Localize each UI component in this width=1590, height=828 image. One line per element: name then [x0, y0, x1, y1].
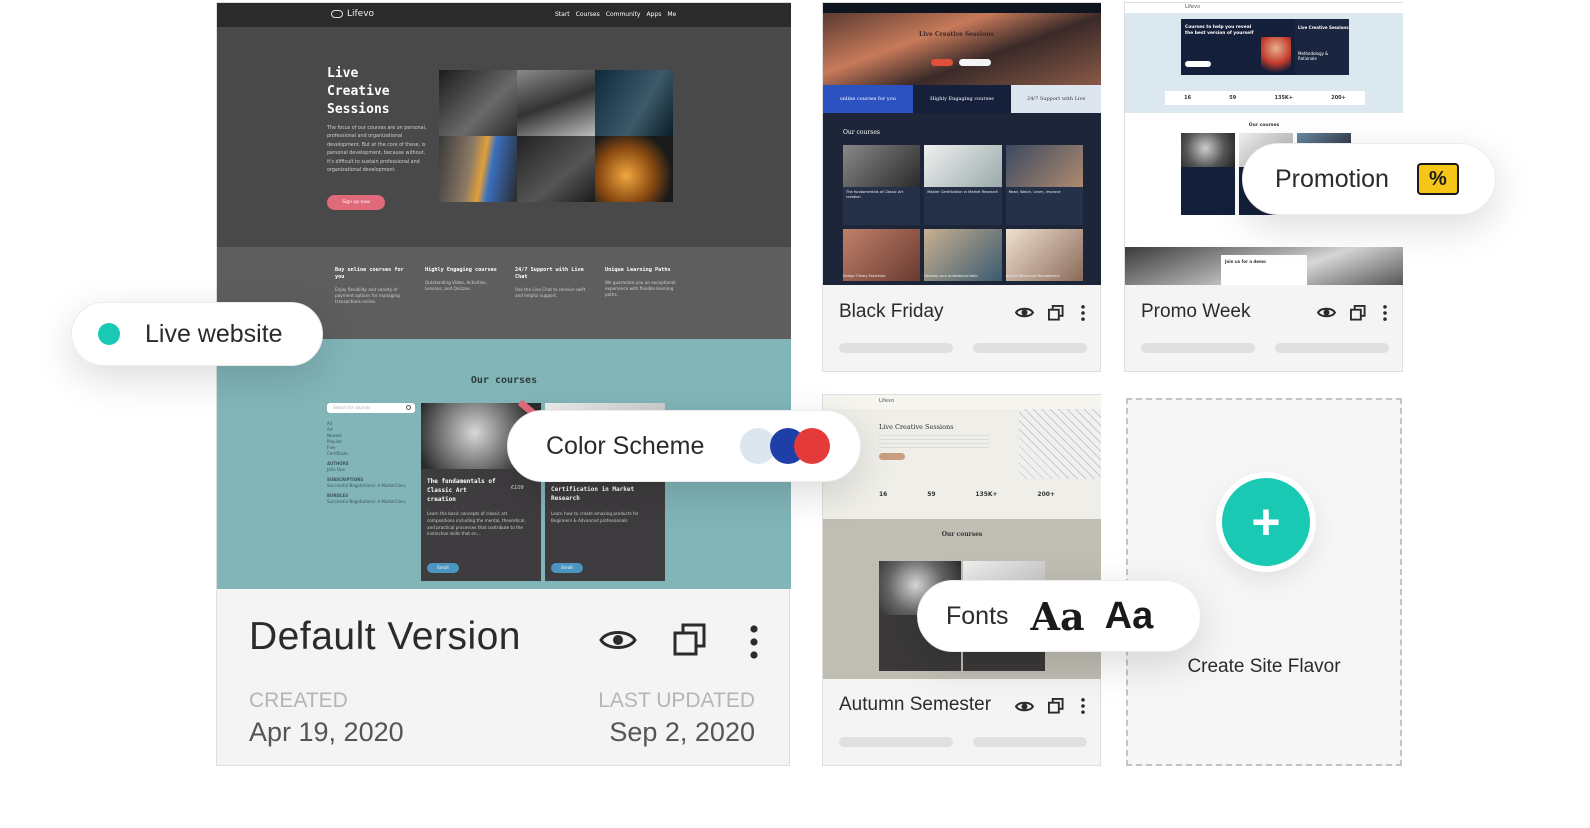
search-icon: [406, 405, 411, 410]
placeholder-bar: [973, 737, 1087, 747]
enroll-button[interactable]: Enroll: [551, 563, 583, 573]
duplicate-icon[interactable]: [1048, 698, 1064, 714]
feature-item: Highly Engaging courses Outstanding Vide…: [425, 267, 497, 291]
eye-icon[interactable]: [1317, 306, 1336, 319]
autumn-semester-title: Autumn Semester: [839, 694, 992, 715]
pw-side-panel: Live Creative Sessions Methodology & Rat…: [1295, 19, 1349, 75]
placeholder-bar: [1275, 343, 1389, 353]
black-friday-preview[interactable]: Live Creative Sessions online courses fo…: [823, 3, 1101, 285]
feature-item: Buy online courses for you Enjoy flexibi…: [335, 267, 404, 304]
font-sample-serif: Aa: [1030, 593, 1085, 639]
percent-ticket-icon: %: [1416, 163, 1459, 195]
preview-filters: All Art Newest Popular Free Certificate …: [327, 421, 406, 504]
autumn-hero-title: Live Creative Sessions: [879, 423, 954, 431]
nav-courses: Courses: [575, 11, 600, 18]
fonts-badge[interactable]: Fonts Aa Aa: [917, 580, 1201, 652]
font-sample-sans: Aa: [1104, 594, 1154, 637]
lifevo-logo-icon: [331, 10, 343, 18]
live-website-label: Live website: [145, 319, 283, 348]
created-label: CREATED: [249, 689, 348, 712]
features-list: Buy online courses for you Enjoy flexibi…: [335, 267, 681, 305]
preview-hero-image: [439, 70, 673, 202]
nav-community: Community: [605, 11, 641, 18]
placeholder-bar: [1141, 343, 1255, 353]
bf-course-grid: The fundamentals of Classic Art creation…: [843, 145, 1083, 281]
duplicate-icon[interactable]: [1048, 305, 1064, 321]
last-updated-label: LAST UPDATED: [598, 689, 755, 712]
preview-cta-button[interactable]: Sign up now: [327, 195, 385, 210]
bf-strip: online courses for you Highly Engaging c…: [823, 85, 1101, 113]
color-scheme-badge[interactable]: Color Scheme: [507, 410, 861, 482]
bf-courses-heading: Our courses: [843, 129, 880, 136]
create-site-flavor-label: Create Site Flavor: [1187, 656, 1341, 677]
color-scheme-label: Color Scheme: [546, 431, 705, 460]
created-date: Apr 19, 2020: [249, 717, 404, 747]
placeholder-bar: [839, 737, 953, 747]
pw-hero: Courses to help you reveal the best vers…: [1181, 19, 1295, 75]
fonts-label: Fonts: [946, 601, 1009, 630]
default-version-title: Default Version: [249, 615, 521, 658]
nav-me: Me: [667, 11, 677, 18]
preview-hero-title: Live Creative Sessions: [327, 66, 390, 117]
more-vertical-icon[interactable]: [1081, 698, 1085, 714]
autumn-stats: 16 59 135K+ 200+: [879, 491, 1055, 498]
last-updated-date: Sep 2, 2020: [609, 717, 755, 747]
preview-brand: Lifevo: [347, 9, 375, 19]
eye-icon[interactable]: [1015, 306, 1034, 319]
autumn-brand: Lifevo: [879, 398, 895, 404]
more-vertical-icon[interactable]: [1081, 305, 1085, 321]
pw-brand: Lifevo: [1185, 4, 1201, 10]
preview-nav-links: Start Courses Community Apps Me: [555, 11, 676, 18]
autumn-courses-heading: Our courses: [941, 531, 983, 538]
enroll-button[interactable]: Enroll: [427, 563, 459, 573]
placeholder-bar: [839, 343, 953, 353]
bf-hero-title: Live Creative Sessions: [919, 31, 994, 38]
pw-courses-heading: Our courses: [1248, 123, 1280, 128]
duplicate-icon[interactable]: [1350, 305, 1366, 321]
default-version-card[interactable]: Lifevo Start Courses Community Apps Me L…: [216, 2, 791, 766]
promotion-label: Promotion: [1275, 164, 1389, 193]
eye-icon[interactable]: [1015, 700, 1034, 713]
black-friday-card[interactable]: Live Creative Sessions online courses fo…: [822, 2, 1101, 372]
feature-item: 24/7 Support with Live Chat Use the Live…: [515, 267, 586, 298]
live-website-badge: Live website: [71, 302, 323, 366]
nav-apps: Apps: [646, 11, 662, 18]
feature-item: Unique Learning Paths We guarantee you a…: [605, 267, 676, 297]
duplicate-icon[interactable]: [673, 623, 707, 657]
pw-stats: 16 59 135K+ 200+: [1165, 91, 1365, 105]
default-version-preview[interactable]: Lifevo Start Courses Community Apps Me L…: [217, 3, 791, 589]
more-vertical-icon[interactable]: [750, 625, 758, 659]
preview-search-input[interactable]: Search for courses: [327, 403, 415, 413]
promo-week-title: Promo Week: [1141, 301, 1251, 322]
plus-icon[interactable]: +: [1222, 478, 1310, 566]
eye-icon[interactable]: [599, 627, 637, 653]
preview-navbar: Lifevo Start Courses Community Apps Me: [217, 3, 791, 27]
keyboard-image: [1019, 409, 1101, 479]
preview-courses-heading: Our courses: [470, 375, 538, 386]
black-friday-title: Black Friday: [839, 301, 944, 322]
nav-start: Start: [555, 11, 570, 18]
placeholder-bar: [973, 343, 1087, 353]
promotion-badge[interactable]: Promotion %: [1242, 143, 1496, 215]
bf-hero-image: [823, 13, 1101, 85]
more-vertical-icon[interactable]: [1383, 305, 1387, 321]
live-status-dot: [98, 323, 120, 345]
preview-hero-text: The focus of our courses are on personal…: [327, 126, 427, 174]
color-swatches-icon: [740, 428, 831, 464]
pw-demo-box: Join us for a demo: [1221, 255, 1307, 285]
